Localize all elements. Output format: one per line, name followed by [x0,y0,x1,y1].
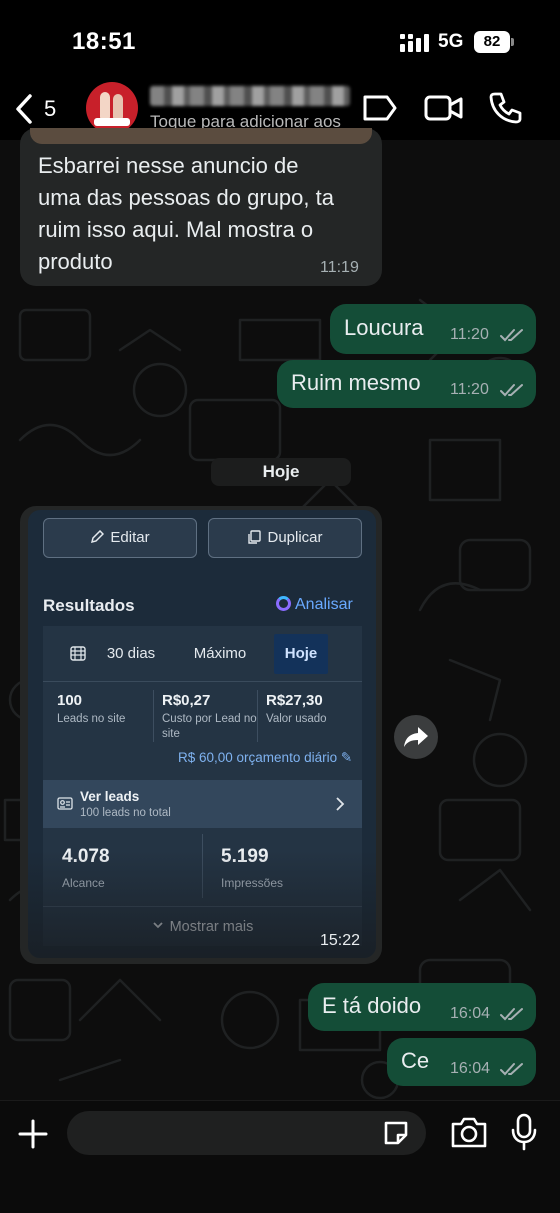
chevron-right-icon [336,797,345,811]
analyze-link: Analisar [295,596,353,613]
double-check-icon [500,1008,523,1021]
status-time: 18:51 [72,28,136,55]
message-line: ruim isso aqui. Mal mostra o [38,217,314,242]
avatar[interactable] [86,82,138,134]
copy-icon [247,521,262,544]
message-time: 11:19 [320,259,359,276]
contact-card-icon [57,797,73,810]
outgoing-message-bubble[interactable]: E tá doido 16:04 [308,983,536,1031]
impressions-value: 5.199 [221,846,269,867]
message-line: uma das pessoas do grupo, ta [38,185,334,210]
double-check-icon [500,329,523,342]
amount-spent-label: Valor usado [266,713,327,725]
day-separator: Hoje [211,458,351,486]
message-input[interactable] [67,1111,426,1155]
forward-icon [404,727,428,747]
metric-divider [202,834,203,898]
metric-divider [153,690,154,742]
view-leads-title: Ver leads [80,789,140,804]
forward-button[interactable] [394,715,438,759]
message-composer [0,1100,560,1213]
impressions-label: Impressões [221,876,284,890]
results-title: Resultados [43,596,135,615]
phone-icon[interactable] [486,90,526,126]
message-text: E tá doido [322,993,422,1018]
outgoing-message-bubble[interactable]: Ruim mesmo 11:20 [277,360,536,408]
edit-button: Editar [43,518,197,558]
message-time: 16:04 [450,1005,491,1022]
quoted-image-edge [30,128,372,144]
leads-value: 100 [57,692,83,709]
chevron-left-icon[interactable] [12,92,36,126]
incoming-message-bubble[interactable]: Esbarrei nesse anuncio de uma das pessoa… [20,128,382,286]
plus-icon[interactable] [16,1117,50,1151]
message-text: Ruim mesmo [291,370,421,395]
video-call-icon[interactable] [424,90,464,126]
message-text: Ce [401,1048,430,1073]
cost-per-lead-value: R$0,27 [162,692,211,709]
results-panel: 30 dias Máximo Hoje 100 Leads no site R$… [43,626,362,946]
message-time: 11:20 [450,326,489,343]
tab-30-days: 30 dias [106,645,156,662]
show-more-label: Mostrar mais [169,919,254,935]
duplicate-label: Duplicar [267,529,323,546]
message-line: Esbarrei nesse anuncio de [38,153,299,178]
message-time: 15:22 [320,932,361,949]
duplicate-button: Duplicar [208,518,362,558]
screenshot-image[interactable]: Editar Duplicar Resultados Analisar 30 d… [28,510,376,958]
view-leads-subtitle: 100 leads no total [80,807,171,819]
daily-budget: R$ 60,00 orçamento diário ✎ [178,750,353,765]
cost-per-lead-label: Custo por Lead no [162,713,257,725]
contact-name-blurred[interactable] [150,86,350,106]
daily-budget-text: R$ 60,00 orçamento diário [178,750,338,765]
message-time: 11:20 [450,381,489,398]
outgoing-message-bubble[interactable]: Loucura 11:20 [330,304,536,354]
chevron-down-icon [152,907,164,929]
mic-icon[interactable] [508,1113,540,1151]
double-check-icon [500,1063,523,1076]
cellular-signal-icon [400,34,429,52]
reach-label: Alcance [62,876,105,890]
cost-per-lead-label-line2: site [162,728,180,740]
metric-divider [257,690,258,742]
date-range-tabs: 30 dias Máximo Hoje [43,626,362,682]
message-text: Loucura [344,315,424,340]
tab-maximum: Máximo [193,645,247,662]
label-icon[interactable] [360,90,400,126]
battery-indicator: 82 [474,31,510,53]
tab-today: Hoje [274,634,328,674]
edit-label: Editar [110,529,150,546]
status-bar: 18:51 5G 82 [0,0,560,80]
sparkle-ring-icon [276,596,291,611]
show-more-row: Mostrar mais [43,906,362,946]
back-unread-count[interactable]: 5 [44,96,56,122]
amount-spent-value: R$27,30 [266,692,323,709]
outgoing-message-bubble[interactable]: Ce 16:04 [387,1038,536,1086]
reach-value: 4.078 [62,846,110,867]
camera-icon[interactable] [450,1115,488,1149]
message-time: 16:04 [450,1060,491,1077]
sticker-icon[interactable] [382,1119,410,1147]
double-check-icon [500,384,523,397]
calendar-icon [70,646,86,661]
view-leads-row: Ver leads 100 leads no total [43,780,362,828]
pencil-icon [90,521,105,544]
network-type: 5G [438,31,464,52]
leads-label: Leads no site [57,713,126,725]
battery-tip [511,38,514,46]
